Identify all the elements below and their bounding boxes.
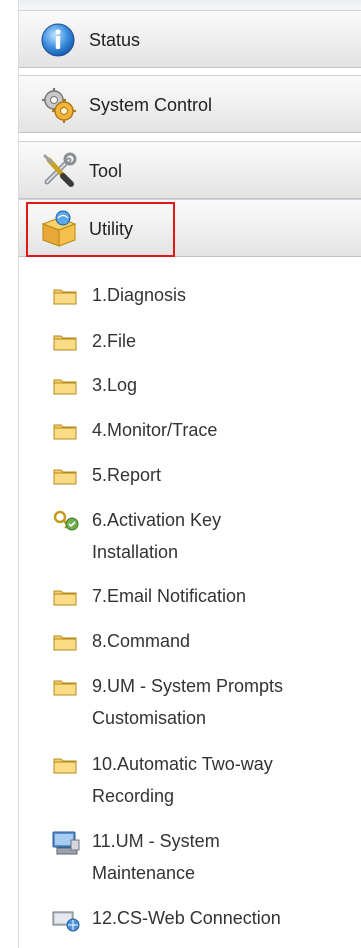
wrench-screwdriver-icon <box>43 152 77 187</box>
utility-item-label-line2: Installation <box>92 542 179 562</box>
utility-item-label: 3.Log <box>92 375 138 395</box>
utility-item-label-line1: 9.UM - System Prompts <box>92 676 284 696</box>
info-icon <box>41 23 75 57</box>
utility-item-label: 12.CS-Web Connection <box>92 908 281 928</box>
accordion-status-label: Status <box>89 30 141 50</box>
utility-item-label-line1: 6.Activation Key <box>92 510 222 530</box>
accordion-tool-label: Tool <box>89 161 123 181</box>
computer-icon <box>52 831 80 855</box>
folder-icon <box>53 680 77 696</box>
folder-icon <box>53 758 77 774</box>
accordion-utility[interactable]: Utility <box>19 199 361 257</box>
utility-item-label: 1.Diagnosis <box>92 285 187 305</box>
gears-icon <box>42 88 76 123</box>
folder-icon <box>53 335 77 351</box>
utility-item-label-line2: Recording <box>92 786 175 806</box>
folder-icon <box>53 469 77 485</box>
utility-item-label: 4.Monitor/Trace <box>92 420 218 440</box>
accordion-utility-label: Utility <box>89 219 133 239</box>
key-icon <box>53 510 79 531</box>
folder-icon <box>53 590 77 606</box>
folder-icon <box>53 379 77 395</box>
folder-icon <box>53 289 77 305</box>
web-connection-icon <box>52 911 80 932</box>
folder-icon <box>53 635 77 651</box>
accordion-tool[interactable]: Tool <box>19 141 361 199</box>
utility-item-label: 8.Command <box>92 631 191 651</box>
navigation-panel: Status System Control Tool Utility 1.Dia… <box>18 0 361 948</box>
accordion-status[interactable]: Status <box>19 10 361 68</box>
accordion-system-control-label: System Control <box>89 95 213 115</box>
utility-item-label: 5.Report <box>92 465 162 485</box>
box-icon <box>41 210 77 247</box>
utility-item-label-line1: 11.UM - System <box>92 831 220 851</box>
utility-item-label-line2: Maintenance <box>92 863 196 883</box>
utility-item-label-line1: 10.Automatic Two-way <box>92 754 273 774</box>
utility-item-label: 7.Email Notification <box>92 586 247 606</box>
accordion-system-control[interactable]: System Control <box>19 75 361 133</box>
folder-icon <box>53 424 77 440</box>
utility-item-label-line2: Customisation <box>92 708 207 728</box>
utility-item-label: 2.File <box>92 331 137 351</box>
panel-top-strip <box>19 0 361 10</box>
